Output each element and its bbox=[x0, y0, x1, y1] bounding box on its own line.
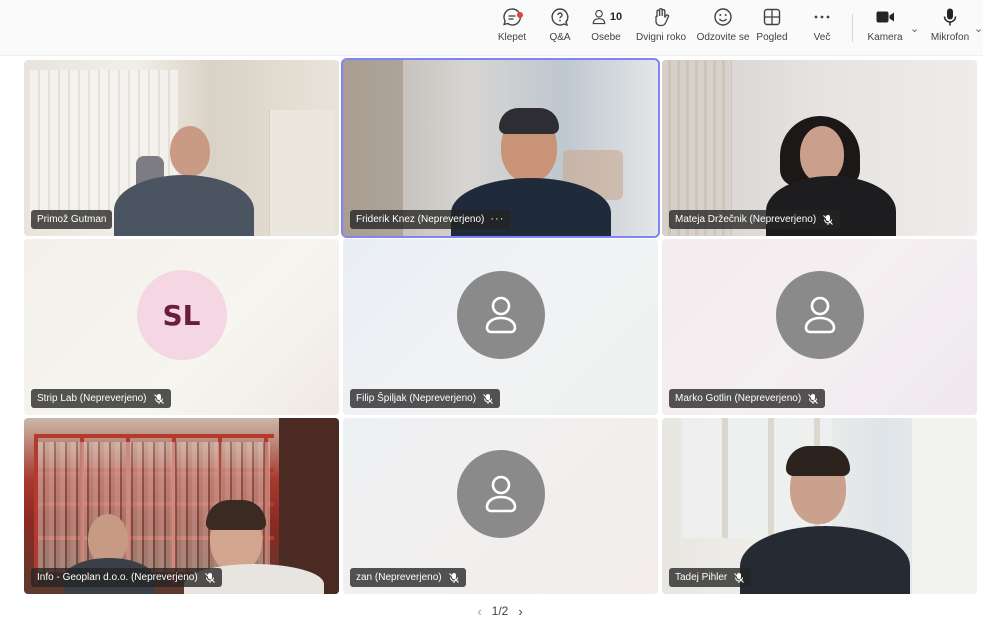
microphone-button[interactable]: Mikrofon bbox=[922, 6, 978, 50]
participant-name: Filip Špiljak (Nepreverjeno) bbox=[356, 393, 477, 404]
participant-tile[interactable]: zan (Nepreverjeno) bbox=[343, 418, 658, 594]
default-avatar bbox=[775, 271, 864, 359]
participant-name: zan (Nepreverjeno) bbox=[356, 572, 442, 583]
participant-name: Info - Geoplan d.o.o. (Nepreverjeno) bbox=[37, 572, 198, 583]
person-icon bbox=[485, 475, 516, 513]
initials-avatar: SL bbox=[136, 270, 227, 360]
chat-label: Klepet bbox=[497, 32, 527, 43]
grid-view-icon bbox=[763, 8, 781, 26]
page-indicator: 1/2 bbox=[491, 604, 509, 618]
muted-microphone-icon bbox=[823, 214, 834, 225]
muted-microphone-icon bbox=[734, 572, 745, 583]
participant-tile[interactable]: SL Strip Lab (Nepreverjeno) bbox=[24, 239, 339, 415]
participant-name-tag: Primož Gutman bbox=[31, 210, 113, 229]
camera-button[interactable]: Kamera bbox=[857, 6, 913, 50]
participant-tile[interactable]: Primož Gutman bbox=[24, 60, 339, 236]
participant-name-tag: zan (Nepreverjeno) bbox=[350, 568, 466, 587]
raise-hand-label: Dvigni roko bbox=[635, 32, 687, 43]
participant-name-tag: Mateja Držečnik (Nepreverjeno) bbox=[669, 210, 841, 229]
participant-name-tag: Info - Geoplan d.o.o. (Nepreverjeno) bbox=[31, 568, 222, 587]
people-icon bbox=[592, 9, 606, 25]
participant-name-tag: Friderik Knez (Nepreverjeno) ··· bbox=[350, 210, 511, 229]
meeting-toolbar: Klepet Q&A 10 Osebe Dvigni roko Odzovite… bbox=[0, 0, 983, 56]
people-label: Osebe bbox=[591, 32, 621, 43]
muted-microphone-icon bbox=[808, 393, 819, 404]
view-label: Pogled bbox=[756, 32, 788, 43]
hand-icon bbox=[655, 8, 670, 27]
emoji-icon bbox=[714, 8, 732, 26]
person-icon bbox=[804, 296, 835, 334]
participant-name: Mateja Držečnik (Nepreverjeno) bbox=[675, 214, 817, 225]
microphone-options-chevron-icon[interactable]: ⌄ bbox=[974, 22, 983, 35]
default-avatar bbox=[456, 271, 545, 359]
notification-dot bbox=[517, 12, 523, 18]
default-avatar bbox=[456, 450, 545, 538]
more-label: Več bbox=[813, 32, 831, 43]
participant-tile[interactable]: Mateja Držečnik (Nepreverjeno) bbox=[662, 60, 977, 236]
microphone-label: Mikrofon bbox=[930, 32, 970, 43]
people-count: 10 bbox=[609, 11, 623, 23]
react-label: Odzovite se bbox=[696, 32, 750, 43]
participant-tile-active-speaker[interactable]: Friderik Knez (Nepreverjeno) ··· bbox=[341, 58, 660, 238]
participant-name: Marko Gotlin (Nepreverjeno) bbox=[675, 393, 802, 404]
participant-tile[interactable]: Tadej Pihler bbox=[662, 418, 977, 594]
participant-name: Friderik Knez (Nepreverjeno) bbox=[356, 214, 485, 225]
raise-hand-button[interactable]: Dvigni roko bbox=[628, 6, 694, 50]
muted-microphone-icon bbox=[448, 572, 459, 583]
participant-more-options-icon[interactable]: ··· bbox=[490, 210, 504, 229]
participant-name: Primož Gutman bbox=[37, 214, 107, 225]
muted-microphone-icon bbox=[153, 393, 164, 404]
camera-label: Kamera bbox=[867, 32, 903, 43]
camera-icon bbox=[876, 11, 894, 23]
participant-tile[interactable]: Filip Špiljak (Nepreverjeno) bbox=[343, 239, 658, 415]
participant-name: Tadej Pihler bbox=[675, 572, 728, 583]
people-button[interactable]: 10 Osebe bbox=[578, 6, 634, 50]
participant-name: Strip Lab (Nepreverjeno) bbox=[37, 393, 147, 404]
more-icon bbox=[814, 15, 830, 19]
qa-icon bbox=[551, 8, 569, 27]
participant-name-tag: Marko Gotlin (Nepreverjeno) bbox=[669, 389, 826, 408]
next-page-chevron-icon[interactable]: › bbox=[518, 604, 522, 619]
gallery-pagination: ‹ 1/2 › bbox=[460, 600, 540, 622]
toolbar-divider bbox=[852, 14, 853, 42]
muted-microphone-icon bbox=[204, 572, 215, 583]
person-icon bbox=[485, 296, 516, 334]
participant-tile[interactable]: Marko Gotlin (Nepreverjeno) bbox=[662, 239, 977, 415]
participant-tile[interactable]: Info - Geoplan d.o.o. (Nepreverjeno) bbox=[24, 418, 339, 594]
participant-name-tag: Tadej Pihler bbox=[669, 568, 752, 587]
view-button[interactable]: Pogled bbox=[744, 6, 800, 50]
participant-name-tag: Strip Lab (Nepreverjeno) bbox=[31, 389, 171, 408]
more-button[interactable]: Več bbox=[794, 6, 850, 50]
camera-options-chevron-icon[interactable]: ⌄ bbox=[910, 22, 919, 35]
qa-label: Q&A bbox=[549, 32, 571, 43]
microphone-icon bbox=[943, 8, 957, 26]
muted-microphone-icon bbox=[483, 393, 493, 404]
participant-name-tag: Filip Špiljak (Nepreverjeno) bbox=[350, 389, 501, 408]
previous-page-chevron-icon[interactable]: ‹ bbox=[477, 604, 481, 619]
